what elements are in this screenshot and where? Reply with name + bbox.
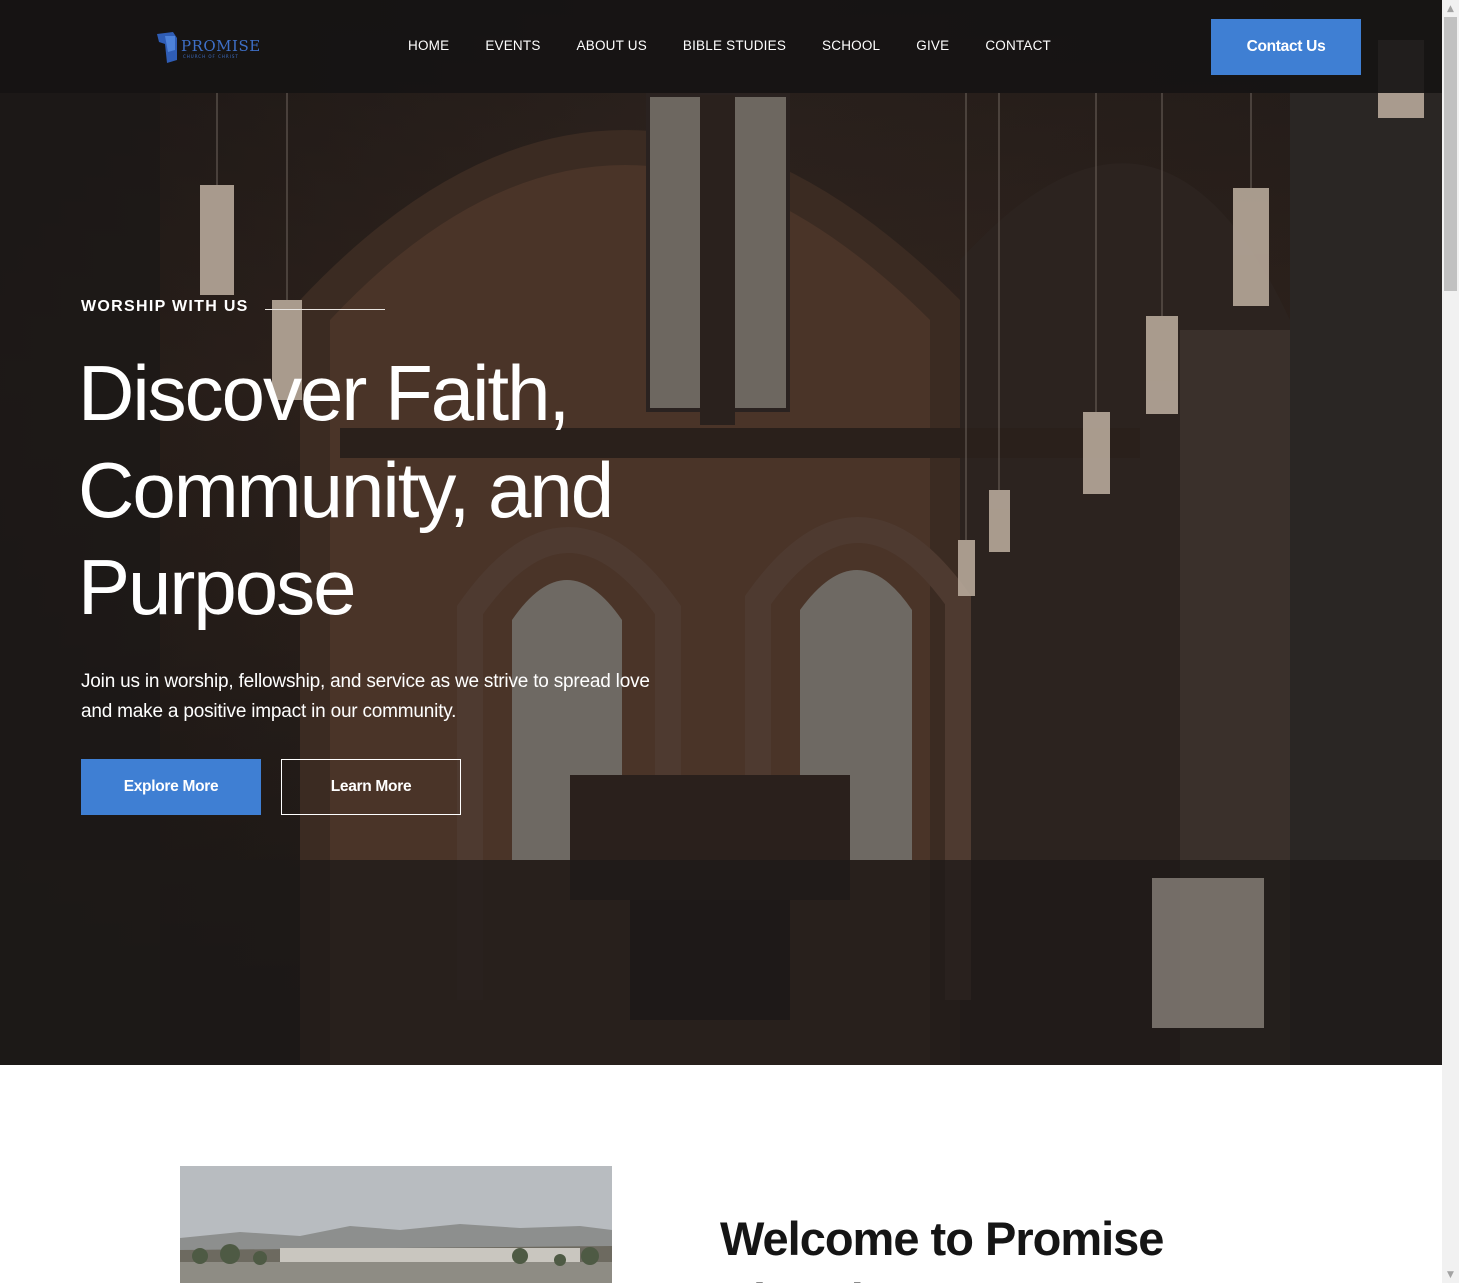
hero-headline-line-1: Discover Faith,	[78, 349, 570, 437]
nav-item-bible-studies[interactable]: BIBLE STUDIES	[683, 38, 786, 53]
scroll-down-arrow-icon[interactable]: ▼	[1442, 1266, 1459, 1283]
main-nav: HOME EVENTS ABOUT US BIBLE STUDIES SCHOO…	[408, 38, 1087, 53]
nav-item-give[interactable]: GIVE	[916, 38, 949, 53]
nav-item-school[interactable]: SCHOOL	[822, 38, 880, 53]
hero-headline: Discover Faith, Community, and Purpose	[78, 345, 778, 636]
eyebrow-divider	[265, 309, 385, 310]
logo-tagline: CHURCH OF CHRIST	[183, 54, 239, 59]
hero-section: PROMISE CHURCH OF CHRIST HOME EVENTS ABO…	[0, 0, 1442, 1065]
page-scrollbar[interactable]: ▲ ▼	[1442, 0, 1459, 1283]
scrollbar-thumb[interactable]	[1444, 17, 1457, 291]
welcome-heading-line-2: Church	[720, 1274, 879, 1283]
nav-item-home[interactable]: HOME	[408, 38, 449, 53]
welcome-heading: Welcome to Promise Church	[720, 1208, 1340, 1283]
explore-more-button[interactable]: Explore More	[81, 759, 261, 815]
scroll-up-arrow-icon[interactable]: ▲	[1442, 0, 1459, 17]
top-navigation-bar: PROMISE CHURCH OF CHRIST HOME EVENTS ABO…	[0, 0, 1442, 93]
logo-wordmark: PROMISE	[181, 37, 261, 55]
hero-eyebrow: WORSHIP WITH US	[81, 298, 249, 315]
welcome-heading-line-1: Welcome to Promise	[720, 1212, 1164, 1265]
contact-us-button[interactable]: Contact Us	[1211, 19, 1361, 75]
hero-lead: Join us in worship, fellowship, and serv…	[81, 667, 721, 727]
learn-more-button[interactable]: Learn More	[281, 759, 461, 815]
hero-headline-line-3: Purpose	[78, 543, 357, 631]
church-landscape-image	[180, 1166, 612, 1283]
nav-item-contact[interactable]: CONTACT	[985, 38, 1051, 53]
nav-item-events[interactable]: EVENTS	[485, 38, 540, 53]
hero-headline-line-2: Community, and	[78, 446, 614, 534]
hero-lead-line-1: Join us in worship, fellowship, and serv…	[81, 671, 650, 692]
nav-item-about-us[interactable]: ABOUT US	[577, 38, 647, 53]
hero-lead-line-2: and make a positive impact in our commun…	[81, 701, 457, 722]
